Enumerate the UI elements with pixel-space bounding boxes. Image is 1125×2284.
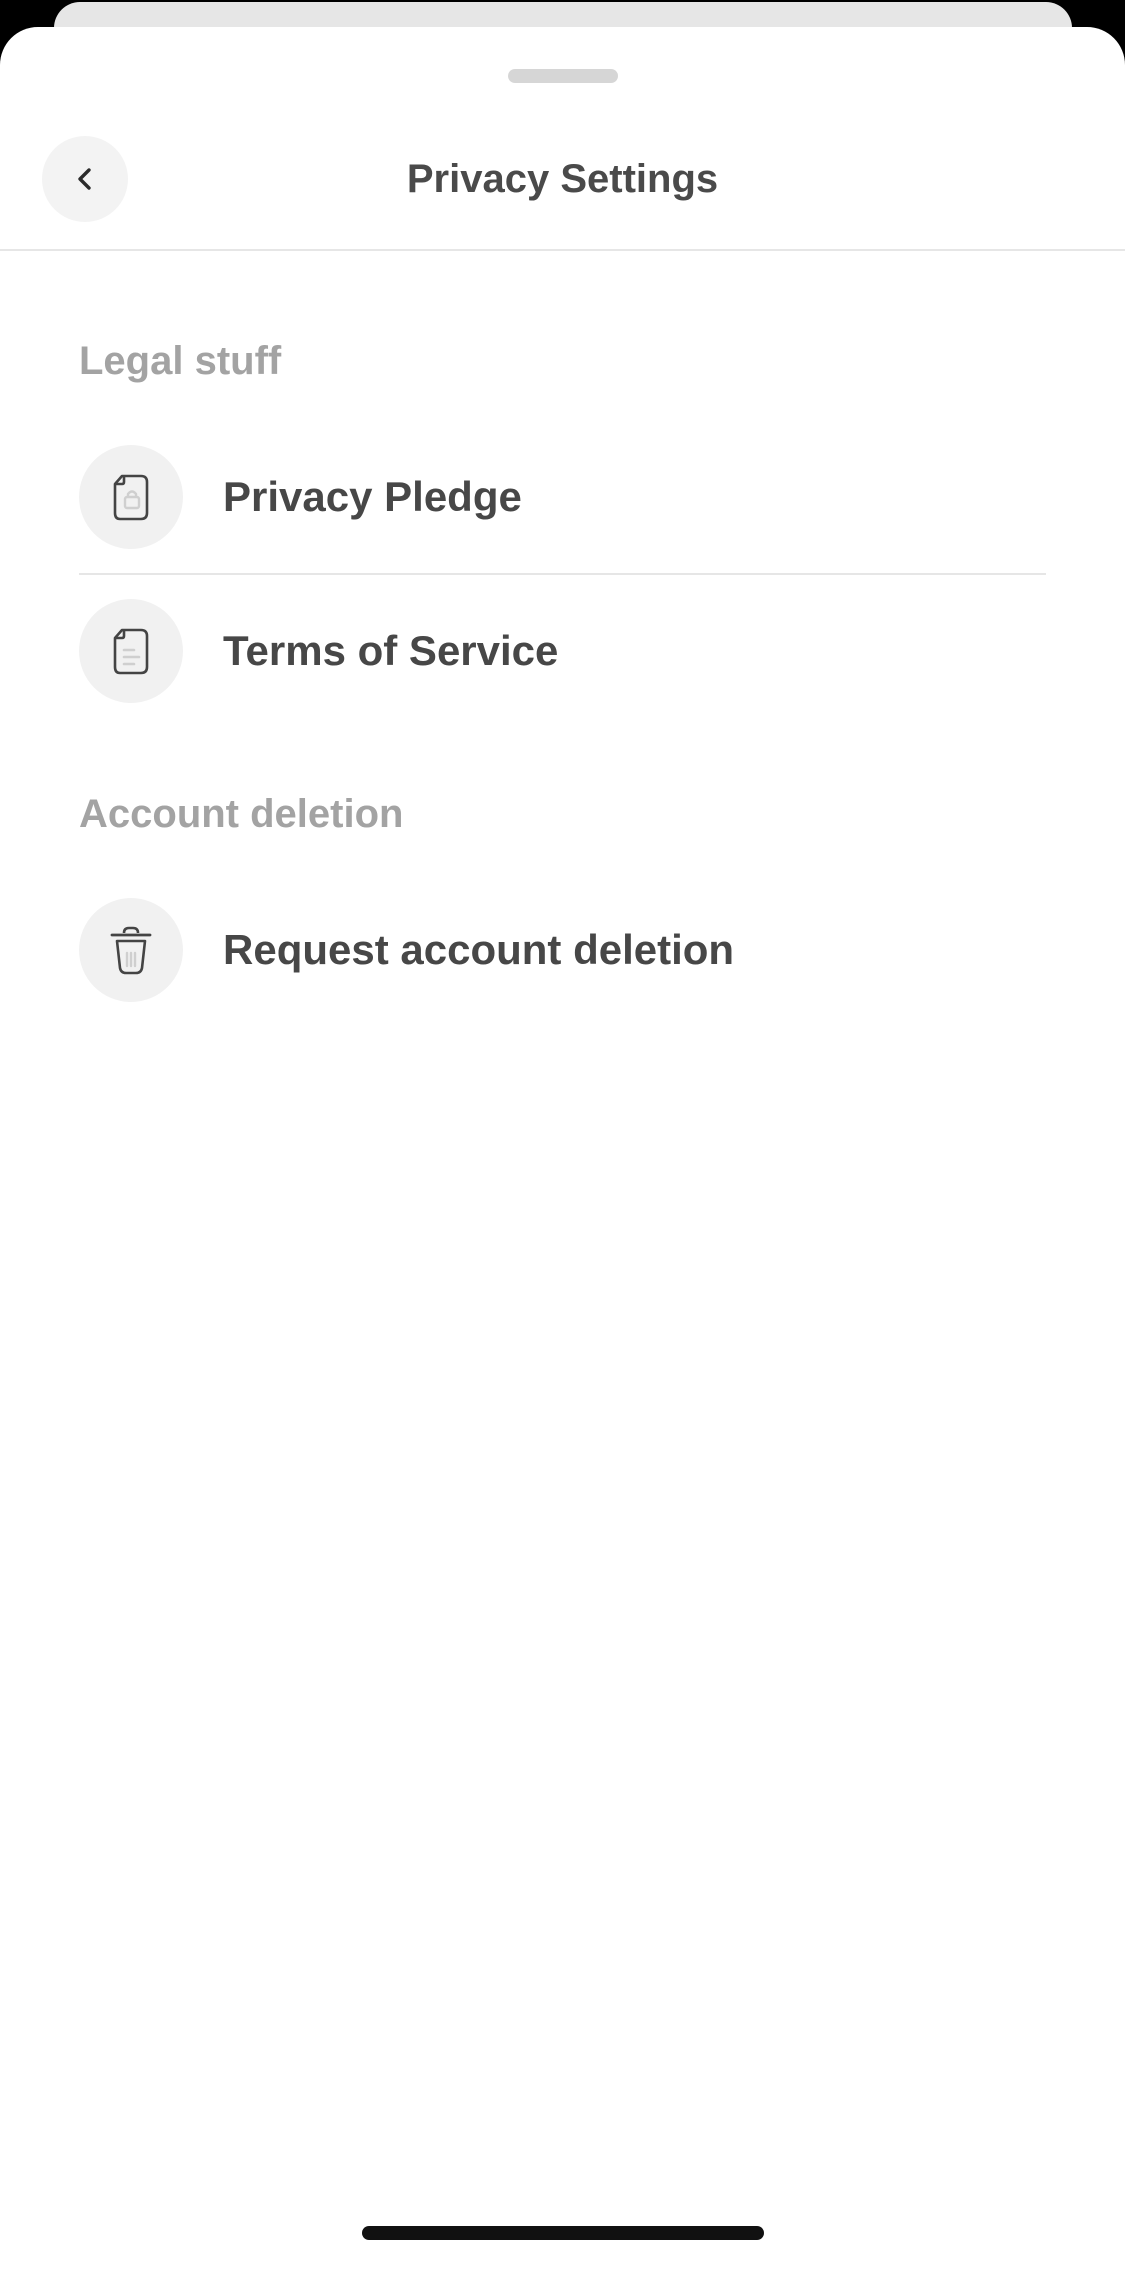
terms-of-service-label: Terms of Service — [223, 627, 559, 674]
page-title: Privacy Settings — [406, 157, 719, 201]
back-button[interactable] — [42, 136, 128, 222]
section-header-account-deletion: Account deletion — [79, 792, 404, 836]
request-account-deletion-label: Request account deletion — [223, 926, 735, 973]
document-lock-icon — [113, 474, 149, 521]
terms-of-service-icon-circle — [79, 599, 183, 703]
request-account-deletion-icon-circle — [79, 898, 183, 1002]
section-header-legal: Legal stuff — [79, 339, 282, 383]
trash-icon — [110, 926, 152, 975]
request-account-deletion-row[interactable]: Request account deletion — [79, 898, 1046, 1002]
home-indicator — [362, 2226, 764, 2240]
chevron-left-icon — [78, 168, 91, 190]
header: Privacy Settings — [0, 113, 1125, 251]
privacy-pledge-label: Privacy Pledge — [223, 473, 522, 520]
document-text-icon — [113, 628, 149, 675]
privacy-pledge-icon-circle — [79, 445, 183, 549]
privacy-settings-sheet: Privacy Settings Legal stuff Privacy Ple… — [0, 27, 1125, 2284]
privacy-pledge-row[interactable]: Privacy Pledge — [79, 445, 1046, 549]
row-divider — [79, 573, 1046, 575]
terms-of-service-row[interactable]: Terms of Service — [79, 599, 1046, 703]
sheet-grabber[interactable] — [508, 69, 618, 83]
